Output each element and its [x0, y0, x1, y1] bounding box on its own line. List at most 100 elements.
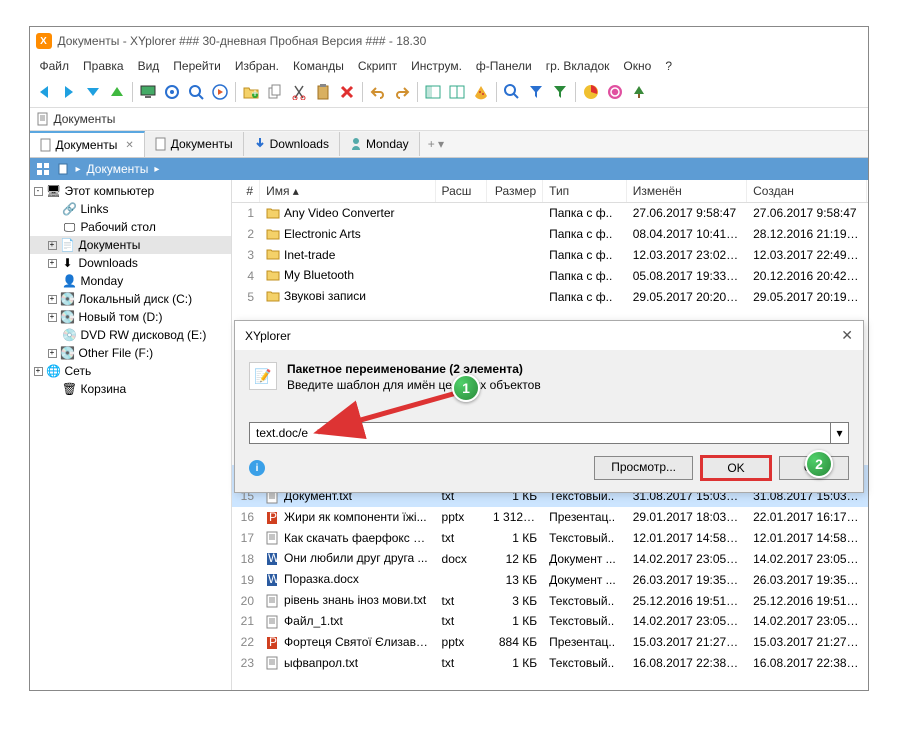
tab-add-button[interactable]: + ▾	[420, 133, 452, 155]
chart-icon[interactable]	[580, 81, 602, 103]
preview-button[interactable]: Просмотр...	[594, 456, 693, 480]
expander-icon[interactable]: +	[48, 295, 57, 304]
column-created[interactable]: Создан	[747, 180, 867, 202]
play-circle-icon[interactable]	[209, 81, 231, 103]
search-circle-icon[interactable]	[185, 81, 207, 103]
info-icon[interactable]: i	[249, 460, 265, 476]
paste-icon[interactable]	[312, 81, 334, 103]
expander-icon[interactable]: -	[34, 187, 43, 196]
file-row[interactable]: 16PЖири як компоненти їжі...pptx1 312 КБ…	[232, 507, 868, 528]
menu-file[interactable]: Файл	[34, 57, 76, 75]
expander-icon[interactable]: +	[48, 259, 57, 268]
column-ext[interactable]: Расш	[436, 180, 488, 202]
monitor-icon[interactable]	[137, 81, 159, 103]
column-size[interactable]: Размер	[487, 180, 543, 202]
row-created: 22.01.2017 16:17:10	[747, 508, 867, 526]
tree-item[interactable]: -🖥Этот компьютер	[30, 182, 231, 200]
file-row[interactable]: 19WПоразка.docx13 КБДокумент ...26.03.20…	[232, 569, 868, 590]
zoom-icon[interactable]	[501, 81, 523, 103]
menu-edit[interactable]: Правка	[77, 57, 130, 75]
dropdown-icon[interactable]: ▾	[831, 422, 849, 444]
tree-item[interactable]: 👤Monday	[30, 272, 231, 290]
tree-item[interactable]: +💽Локальный диск (C:)	[30, 290, 231, 308]
cut-icon[interactable]	[288, 81, 310, 103]
tab-documents-2[interactable]: Документы	[145, 132, 244, 156]
column-modified[interactable]: Изменён	[627, 180, 747, 202]
breadcrumb-item[interactable]: Документы	[87, 162, 149, 176]
document-icon[interactable]	[56, 162, 70, 176]
file-row[interactable]: 18WОни любили друг друга ...docx12 КБДок…	[232, 548, 868, 569]
spiral-icon[interactable]	[604, 81, 626, 103]
user-icon: 👤	[63, 274, 77, 288]
close-icon[interactable]: ✕	[841, 327, 853, 344]
tree-icon[interactable]	[628, 81, 650, 103]
tree-item[interactable]: 🗑Корзина	[30, 380, 231, 398]
row-name: WОни любили друг друга ...	[260, 549, 435, 568]
up-icon[interactable]	[106, 81, 128, 103]
file-row[interactable]: 2Electronic ArtsПапка с ф..08.04.2017 10…	[232, 224, 868, 245]
file-row[interactable]: 17Как скачать фаерфокс б...txt1 КБТексто…	[232, 528, 868, 549]
file-row[interactable]: 1Any Video ConverterПапка с ф..27.06.201…	[232, 203, 868, 224]
file-row[interactable]: 4My BluetoothПапка с ф..05.08.2017 19:33…	[232, 265, 868, 286]
grid-icon[interactable]	[36, 162, 50, 176]
delete-icon[interactable]	[336, 81, 358, 103]
tree-item[interactable]: 🖵Рабочий стол	[30, 218, 231, 236]
tab-label: Документы	[56, 138, 118, 152]
back-icon[interactable]	[34, 81, 56, 103]
column-type[interactable]: Тип	[543, 180, 627, 202]
menu-window[interactable]: Окно	[617, 57, 657, 75]
file-row[interactable]: 3Inet-tradeПапка с ф..12.03.2017 23:02:4…	[232, 245, 868, 266]
folder-add-icon[interactable]: +	[240, 81, 262, 103]
file-row[interactable]: 22PФортеця Святої Єлизаве...pptx884 КБПр…	[232, 632, 868, 653]
row-type: Презентац..	[543, 633, 627, 651]
window-title: Документы - XYplorer ### 30-дневная Проб…	[58, 34, 427, 48]
filter-icon[interactable]	[525, 81, 547, 103]
tree-item[interactable]: +⬇Downloads	[30, 254, 231, 272]
ok-button[interactable]: OK	[701, 456, 771, 480]
target-icon[interactable]	[161, 81, 183, 103]
menu-help[interactable]: ?	[659, 57, 678, 75]
panel2-icon[interactable]	[446, 81, 468, 103]
file-row[interactable]: 23ыфвапрол.txttxt1 КБТекстовый..16.08.20…	[232, 653, 868, 674]
menu-tools[interactable]: Инструм.	[405, 57, 468, 75]
menu-view[interactable]: Вид	[132, 57, 166, 75]
column-name[interactable]: Имя ▴	[260, 180, 435, 202]
tree-item[interactable]: +💽Other File (F:)	[30, 344, 231, 362]
column-number[interactable]: #	[232, 180, 261, 202]
file-row[interactable]: 20рівень знань іноз мови.txttxt3 КБТекст…	[232, 590, 868, 611]
address-bar[interactable]: Документы	[30, 108, 868, 131]
expander-icon[interactable]: +	[48, 313, 57, 322]
menu-fav[interactable]: Избран.	[229, 57, 285, 75]
tab-downloads[interactable]: Downloads	[244, 132, 340, 156]
expander-icon[interactable]: +	[48, 349, 57, 358]
copy-icon[interactable]	[264, 81, 286, 103]
tree-item[interactable]: +📄Документы	[30, 236, 231, 254]
tab-monday[interactable]: Monday	[340, 132, 420, 156]
menu-script[interactable]: Скрипт	[352, 57, 403, 75]
menu-fpanels[interactable]: ф-Панели	[470, 57, 538, 75]
row-modified: 29.05.2017 20:20:05	[627, 288, 747, 306]
close-icon[interactable]: ✕	[125, 140, 133, 151]
expander-icon[interactable]: +	[48, 241, 57, 250]
pptx-icon: P	[266, 511, 280, 525]
undo-icon[interactable]	[367, 81, 389, 103]
panel-icon[interactable]	[422, 81, 444, 103]
redo-icon[interactable]	[391, 81, 413, 103]
tree-item[interactable]: +💽Новый том (D:)	[30, 308, 231, 326]
folder-tree[interactable]: -🖥Этот компьютер🔗Links🖵Рабочий стол+📄Док…	[30, 180, 232, 690]
menu-tabgroups[interactable]: гр. Вкладок	[540, 57, 616, 75]
menu-go[interactable]: Перейти	[167, 57, 227, 75]
expander-icon[interactable]: +	[34, 367, 43, 376]
forward-icon[interactable]	[58, 81, 80, 103]
tree-item[interactable]: +🌐Сеть	[30, 362, 231, 380]
tree-item[interactable]: 💿DVD RW дисковод (E:)	[30, 326, 231, 344]
file-row[interactable]: 21Файл_1.txttxt1 КБТекстовый..14.02.2017…	[232, 611, 868, 632]
down-icon[interactable]	[82, 81, 104, 103]
filter2-icon[interactable]	[549, 81, 571, 103]
file-row[interactable]: 5Звукові записиПапка с ф..29.05.2017 20:…	[232, 286, 868, 307]
tree-item[interactable]: 🔗Links	[30, 200, 231, 218]
row-size: 1 КБ	[487, 654, 543, 672]
menu-commands[interactable]: Команды	[287, 57, 350, 75]
tab-documents-1[interactable]: Документы ✕	[30, 131, 145, 157]
pizza-icon[interactable]	[470, 81, 492, 103]
